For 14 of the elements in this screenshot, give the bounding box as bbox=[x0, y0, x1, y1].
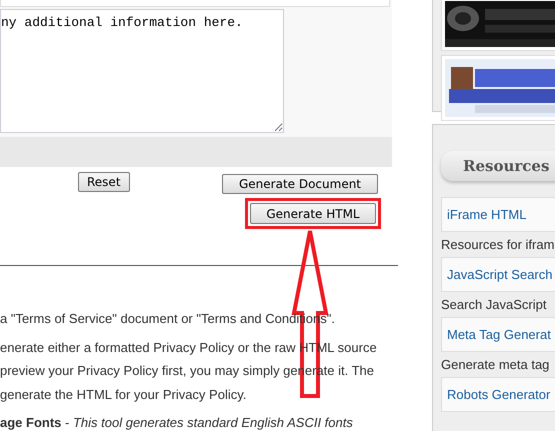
resources-heading: Resources bbox=[441, 151, 555, 181]
generate-document-button[interactable]: Generate Document bbox=[222, 174, 378, 194]
resource-link[interactable]: iFrame HTML bbox=[441, 197, 555, 232]
paragraph-text: generate the HTML for your Privacy Policy. bbox=[0, 386, 248, 404]
resource-link[interactable]: Meta Tag Generat bbox=[441, 317, 555, 352]
notes-field[interactable]: ny additional information here. bbox=[0, 9, 284, 133]
reset-button[interactable]: Reset bbox=[78, 172, 130, 192]
resource-description: Search JavaScript bbox=[441, 296, 548, 314]
resource-description: Resources for ifram bbox=[441, 236, 555, 254]
resource-link[interactable]: Robots Generator bbox=[441, 377, 555, 412]
paragraph-text: age Fonts - This tool generates standard English ASCII fonts bbox=[0, 414, 354, 431]
resource-link[interactable]: JavaScript Search bbox=[441, 257, 555, 292]
generate-html-button[interactable]: Generate HTML bbox=[250, 203, 376, 224]
resource-description: Generate meta tag bbox=[441, 356, 550, 374]
